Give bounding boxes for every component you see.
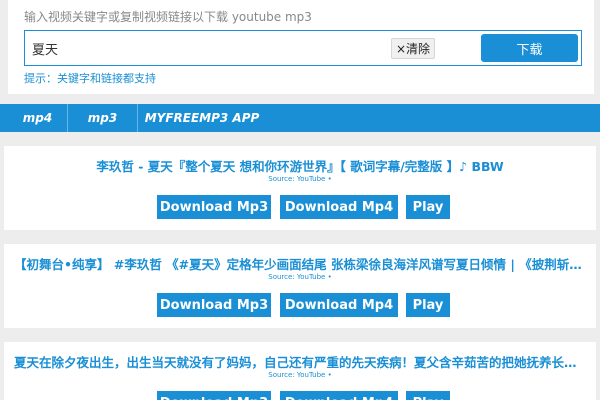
search-panel: 输入视频关键字或复制视频链接以下载 youtube mp3 ×清除 下载 提示：… [8, 0, 594, 94]
nav-item-mp3[interactable]: mp3 [68, 104, 138, 132]
download-mp3-button[interactable]: Download Mp3 [157, 293, 271, 317]
format-nav-bar: mp4 mp3 MYFREEMP3 APP [0, 104, 600, 132]
clear-button[interactable]: ×清除 [391, 38, 435, 59]
search-input[interactable] [26, 32, 396, 64]
result-card: 李玖哲 - 夏天『整个夏天 想和你环游世界』【 歌词字幕/完整版 】♪ BBW … [4, 146, 596, 230]
nav-item-mp4[interactable]: mp4 [8, 104, 68, 132]
search-box: ×清除 下载 [24, 30, 582, 66]
result-card: 夏天在除夕夜出生，出生当天就没有了妈妈，自己还有严重的先天疾病！夏父含辛茹苦的把… [4, 342, 596, 400]
play-button[interactable]: Play [406, 195, 450, 219]
download-mp3-button[interactable]: Download Mp3 [157, 391, 271, 400]
download-mp4-button[interactable]: Download Mp4 [280, 391, 398, 400]
download-mp4-button[interactable]: Download Mp4 [280, 293, 398, 317]
download-mp3-button[interactable]: Download Mp3 [157, 195, 271, 219]
result-title[interactable]: 【初舞台•纯享】 #李玖哲 《#夏天》定格年少画面结尾 张栋梁徐良海洋风谱写夏日… [4, 254, 596, 273]
result-card: 【初舞台•纯享】 #李玖哲 《#夏天》定格年少画面结尾 张栋梁徐良海洋风谱写夏日… [4, 244, 596, 328]
result-title[interactable]: 李玖哲 - 夏天『整个夏天 想和你环游世界』【 歌词字幕/完整版 】♪ BBW [4, 156, 596, 175]
play-button[interactable]: Play [406, 293, 450, 317]
nav-item-app[interactable]: MYFREEMP3 APP [138, 104, 266, 132]
download-button[interactable]: 下载 [481, 34, 578, 62]
download-mp4-button[interactable]: Download Mp4 [280, 195, 398, 219]
search-hint: 输入视频关键字或复制视频链接以下载 youtube mp3 [24, 10, 312, 24]
result-source: Source: YouTube • [268, 371, 332, 379]
result-title[interactable]: 夏天在除夕夜出生，出生当天就没有了妈妈，自己还有严重的先天疾病！夏父含辛茹苦的把… [4, 352, 596, 371]
search-tip: 提示：关键字和链接都支持 [24, 72, 156, 85]
result-source: Source: YouTube • [268, 273, 332, 281]
play-button[interactable]: Play [406, 391, 450, 400]
result-source: Source: YouTube • [268, 175, 332, 183]
